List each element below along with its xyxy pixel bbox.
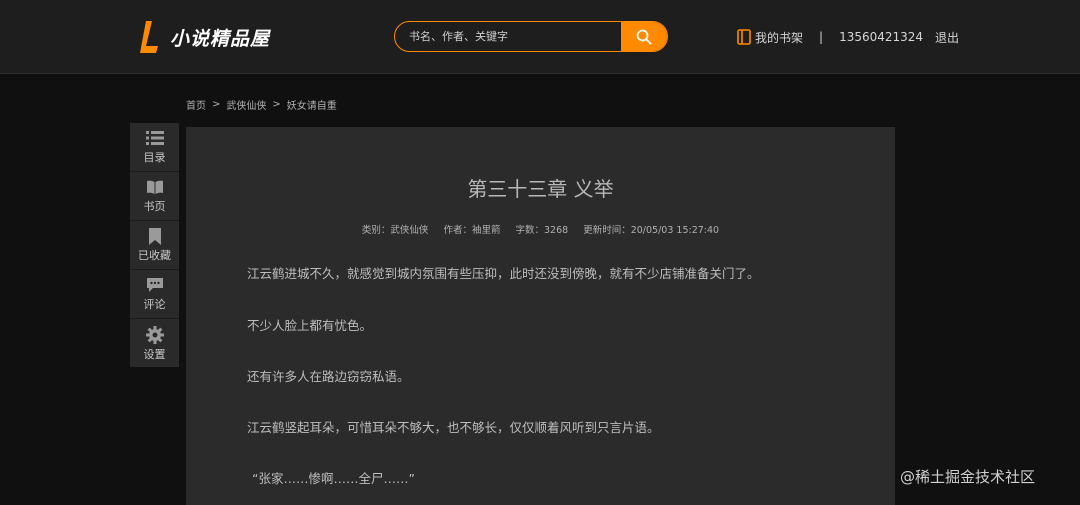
chapter-paragraph: 还有许多人在路边窃窃私语。	[247, 369, 410, 384]
bookshelf-icon	[737, 29, 751, 45]
my-bookshelf-link[interactable]: 我的书架	[737, 29, 803, 46]
book-icon	[146, 178, 164, 196]
logo-mark-icon	[140, 21, 158, 53]
meta-category: 类别：武侠仙侠	[361, 225, 429, 236]
separator: |	[819, 30, 824, 44]
breadcrumb-arrow: >	[272, 99, 281, 110]
toolbar-comments[interactable]: 评论	[130, 270, 179, 319]
chapter-paragraph: 江云鹤进城不久，就感觉到城内氛围有些压抑，此时还没到傍晚，就有不少店铺准备关门了…	[247, 266, 760, 281]
reader-toolbar: 目录 书页 已收藏 评论 设置	[130, 123, 179, 367]
breadcrumb-home[interactable]: 首页	[186, 97, 206, 112]
search-bar	[394, 21, 668, 52]
chapter-paragraph: 江云鹤竖起耳朵，可惜耳朵不够大，也不够长，仅仅顺着风听到只言片语。	[247, 420, 660, 435]
toolbar-settings[interactable]: 设置	[130, 319, 179, 368]
chapter-title: 第三十三章 义举	[467, 177, 614, 201]
toolbar-favorited-label: 已收藏	[138, 249, 171, 262]
chapter-content: 第三十三章 义举 类别：武侠仙侠 作者：袖里箭 字数：3268 更新时间：20/…	[186, 127, 895, 505]
meta-author: 作者：袖里箭	[443, 225, 501, 236]
meta-updated: 更新时间：20/05/03 15:27:40	[583, 225, 720, 236]
search-icon	[636, 29, 652, 44]
breadcrumb: 首页 > 武侠仙侠 > 妖女请自重	[186, 97, 337, 112]
toolbar-favorited[interactable]: 已收藏	[130, 221, 179, 270]
toolbar-book-page-label: 书页	[143, 200, 166, 213]
toolbar-catalog[interactable]: 目录	[130, 123, 179, 172]
comment-icon	[146, 276, 164, 294]
list-icon	[145, 129, 164, 147]
bookmark-icon	[146, 227, 164, 245]
toolbar-settings-label: 设置	[143, 347, 166, 361]
toolbar-book-page[interactable]: 书页	[130, 172, 179, 221]
chapter-paragraph: 不少人脸上都有忧色。	[247, 318, 373, 333]
breadcrumb-book[interactable]: 妖女请自重	[287, 97, 337, 112]
logout-link[interactable]: 退出	[935, 29, 959, 46]
user-bar: 我的书架 | 13560421324 退出	[737, 27, 959, 47]
logo-text: 小说精品屋	[170, 27, 271, 50]
search-button[interactable]	[621, 22, 667, 51]
toolbar-comments-label: 评论	[143, 298, 166, 311]
top-header: 小说精品屋 我的书架 | 13560421324 退出	[0, 0, 1080, 74]
site-logo[interactable]: 小说精品屋	[140, 21, 270, 53]
breadcrumb-category[interactable]: 武侠仙侠	[226, 97, 266, 112]
chapter-paragraph: “张家……惨啊……全尸……”	[252, 471, 415, 486]
watermark: @稀土掘金技术社区	[900, 468, 1036, 486]
user-phone[interactable]: 13560421324	[839, 30, 923, 44]
search-input[interactable]	[395, 22, 621, 51]
meta-word-count: 字数：3268	[515, 225, 569, 236]
breadcrumb-arrow: >	[212, 99, 221, 110]
gear-icon	[145, 325, 164, 344]
bookshelf-label: 我的书架	[755, 30, 804, 45]
toolbar-catalog-label: 目录	[143, 151, 166, 164]
chapter-meta: 类别：武侠仙侠 作者：袖里箭 字数：3268 更新时间：20/05/03 15:…	[186, 222, 895, 236]
